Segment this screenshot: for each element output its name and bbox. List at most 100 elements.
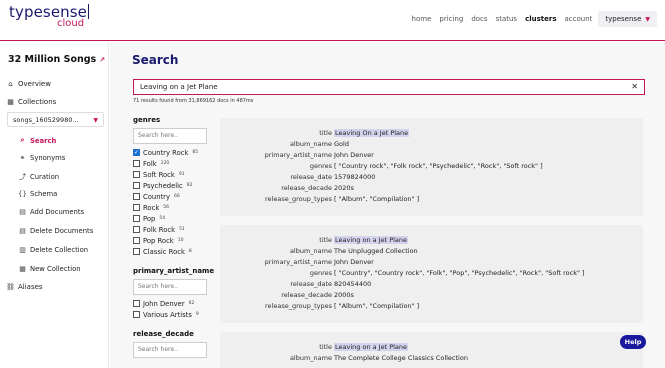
checkbox[interactable] bbox=[133, 204, 140, 211]
hit-field: release_group_types[ "Album", "Compilati… bbox=[220, 195, 643, 205]
facet-option[interactable]: Country 66 bbox=[133, 191, 211, 202]
hit-card: title Leaving On a Jet Plane album_name Go… bbox=[220, 118, 643, 216]
facet-option[interactable]: Folk Rock 51 bbox=[133, 224, 211, 235]
facet-search-input[interactable]: Search here.. bbox=[133, 128, 207, 144]
sidebar-item-new-collection[interactable]: ▦ New Collection bbox=[18, 265, 81, 273]
facet-release-decade: release_decade Search here.. bbox=[133, 330, 211, 358]
nav-pricing[interactable]: pricing bbox=[439, 15, 463, 23]
facet-option[interactable]: Classic Rock 8 bbox=[133, 246, 211, 257]
sidebar-item-overview[interactable]: ⌂ Overview bbox=[6, 80, 51, 88]
facet-count: 66 bbox=[174, 194, 180, 199]
field-key: album_name bbox=[289, 354, 332, 362]
facet-search-input[interactable]: Search here.. bbox=[133, 342, 207, 358]
trash-icon: ▥ bbox=[19, 246, 26, 254]
field-value-highlighted: Leaving On a Jet Plane bbox=[334, 129, 410, 137]
sidebar-item-curation[interactable]: ⤴ Curation bbox=[18, 172, 59, 182]
sidebar-item-delete-documents[interactable]: ▤ Delete Documents bbox=[18, 227, 93, 235]
sidebar-item-label: Schema bbox=[30, 190, 58, 198]
facet-title: release_decade bbox=[133, 330, 194, 338]
facet-search-input[interactable]: Search here.. bbox=[133, 279, 207, 295]
close-icon[interactable]: ✕ bbox=[631, 82, 638, 91]
grid-icon: ▦ bbox=[7, 98, 14, 106]
hit-card: title Leaving on a Jet Plane album_name Th… bbox=[220, 225, 643, 323]
checkbox[interactable] bbox=[133, 171, 140, 178]
checkbox-checked[interactable]: ✓ bbox=[133, 149, 140, 156]
facet-option-label: John Denver bbox=[143, 299, 185, 308]
facet-option[interactable]: ✓ Country Rock 85 bbox=[133, 147, 211, 158]
field-key: title bbox=[319, 129, 332, 137]
sidebar-item-label: Collections bbox=[18, 98, 57, 106]
facet-option[interactable]: Rock 56 bbox=[133, 202, 211, 213]
field-key: album_name bbox=[289, 247, 332, 255]
sidebar-item-add-documents[interactable]: ▤ Add Documents bbox=[18, 208, 84, 216]
nav-clusters[interactable]: clusters bbox=[525, 15, 556, 23]
facet-option[interactable]: Soft Rock 91 bbox=[133, 169, 211, 180]
checkbox[interactable] bbox=[133, 300, 140, 307]
checkbox[interactable] bbox=[133, 248, 140, 255]
facet-option-label: Country bbox=[143, 192, 171, 201]
field-value: [ "Country", "Country rock", "Folk", "Po… bbox=[334, 269, 585, 277]
checkbox[interactable] bbox=[133, 237, 140, 244]
checkbox[interactable] bbox=[133, 182, 140, 189]
facet-option-label: Rock bbox=[143, 203, 160, 212]
facet-option[interactable]: Various Artists 9 bbox=[133, 309, 211, 320]
field-key: release_group_types bbox=[265, 195, 332, 203]
checkbox[interactable] bbox=[133, 160, 140, 167]
sidebar-item-aliases[interactable]: ⛓ Aliases bbox=[6, 283, 43, 291]
field-key: release_group_types bbox=[265, 302, 332, 310]
field-key: primary_artist_name bbox=[264, 258, 332, 266]
field-value: 1579824000 bbox=[334, 173, 376, 181]
field-value: Gold bbox=[334, 140, 349, 148]
edit-link-icon[interactable]: ↗ bbox=[99, 56, 105, 64]
sidebar-item-schema[interactable]: {} Schema bbox=[18, 190, 57, 198]
field-value: 820454400 bbox=[334, 280, 372, 288]
sidebar-item-synonyms[interactable]: ⚭ Synonyms bbox=[18, 154, 66, 162]
add-document-icon: ▤ bbox=[19, 208, 26, 216]
hit-field: primary_artist_name John Denver bbox=[220, 151, 643, 161]
facet-count: 9 bbox=[195, 312, 199, 317]
facet-option[interactable]: Pop Rock 10 bbox=[133, 235, 211, 246]
cluster-name: 32 Million Songs bbox=[8, 54, 97, 65]
field-key: title bbox=[319, 236, 332, 244]
nav-docs[interactable]: docs bbox=[471, 15, 487, 23]
sidebar-item-label: Search bbox=[30, 136, 57, 145]
field-value: 2020s bbox=[334, 184, 354, 192]
field-key: release_date bbox=[290, 173, 332, 181]
nav-account[interactable]: account bbox=[565, 15, 593, 23]
facet-option[interactable]: Pop 54 bbox=[133, 213, 211, 224]
sidebar-item-collections[interactable]: ▦ Collections bbox=[6, 98, 56, 106]
checkbox[interactable] bbox=[133, 311, 140, 318]
sidebar-item-search[interactable]: ⌕ Search bbox=[18, 136, 57, 145]
results-count: 71 results found from 31,869162 docs in … bbox=[133, 98, 254, 104]
facet-option[interactable]: John Denver 62 bbox=[133, 298, 211, 309]
facet-option-label: Pop bbox=[143, 214, 156, 223]
search-input[interactable]: Leaving on a Jet Plane ✕ bbox=[133, 79, 645, 95]
field-key: title bbox=[319, 343, 332, 351]
nav-status[interactable]: status bbox=[496, 15, 518, 23]
checkbox[interactable] bbox=[133, 226, 140, 233]
checkbox[interactable] bbox=[133, 193, 140, 200]
field-value-highlighted: Leaving on a Jet Plane bbox=[334, 343, 409, 351]
field-value: The Complete College Classics Collection bbox=[334, 354, 468, 362]
facet-option[interactable]: Folk 120 bbox=[133, 158, 211, 169]
cluster-title: 32 Million Songs ↗ bbox=[8, 54, 105, 65]
help-button[interactable]: Help bbox=[620, 335, 646, 349]
typesense-logo[interactable]: typesense cloud bbox=[9, 4, 90, 29]
facet-title: primary_artist_name bbox=[133, 267, 215, 275]
synonyms-icon: ⚭ bbox=[19, 154, 26, 162]
curation-icon: ⤴ bbox=[19, 173, 26, 181]
sidebar-item-label: New Collection bbox=[30, 265, 81, 273]
facet-count: 82 bbox=[186, 183, 193, 188]
sidebar-item-delete-collection[interactable]: ▥ Delete Collection bbox=[18, 246, 88, 254]
field-key: genres bbox=[309, 162, 332, 170]
field-value: [ "Country rock", "Folk rock", "Psychede… bbox=[334, 162, 543, 170]
facet-option[interactable]: Psychedelic 82 bbox=[133, 180, 211, 191]
field-value: John Denver bbox=[334, 151, 374, 159]
caret-down-icon: ▼ bbox=[93, 117, 98, 124]
hit-card: title Leaving on a Jet Plane album_name Th… bbox=[220, 332, 643, 368]
nav-home[interactable]: home bbox=[412, 15, 432, 23]
checkbox[interactable] bbox=[133, 215, 140, 222]
collection-select[interactable]: songs_160529980... ▼ bbox=[7, 112, 104, 127]
sidebar-item-label: Delete Collection bbox=[30, 246, 89, 254]
account-dropdown[interactable]: typesense ▼ bbox=[598, 11, 657, 27]
